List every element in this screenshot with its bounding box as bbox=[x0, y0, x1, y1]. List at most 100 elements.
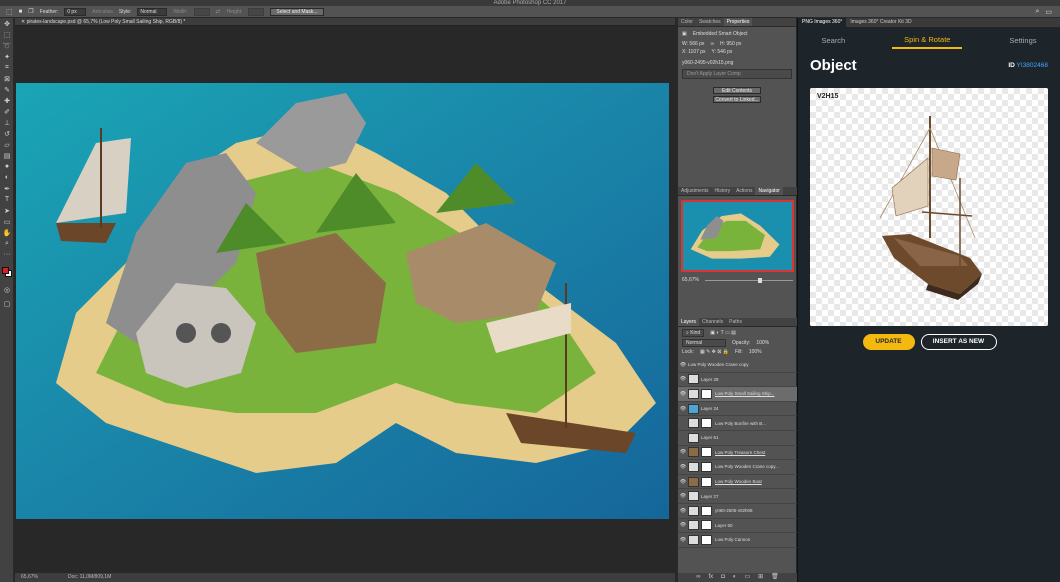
edit-contents-button[interactable]: Edit Contents bbox=[713, 87, 761, 94]
convert-linked-button[interactable]: Convert to Linked... bbox=[713, 96, 761, 103]
eye-icon[interactable]: 👁 bbox=[678, 537, 688, 543]
layer-row[interactable]: 👁 Layer 24 bbox=[678, 402, 797, 417]
blend-mode-select[interactable]: Normal bbox=[682, 339, 726, 347]
healing-brush-icon[interactable]: ✚ bbox=[0, 95, 14, 106]
update-button[interactable]: UPDATE bbox=[862, 334, 915, 350]
path-selection-icon[interactable]: ➤ bbox=[0, 205, 14, 216]
adjustment-layer-icon[interactable]: ◐ bbox=[733, 573, 737, 582]
document-tab[interactable]: ✕ pirates-landscape.psd @ 65,7% (Low Pol… bbox=[15, 18, 675, 26]
h-field[interactable]: 950 px bbox=[726, 41, 741, 47]
workspace-icon[interactable]: ▭ bbox=[1045, 8, 1052, 16]
zoom-slider-handle[interactable] bbox=[757, 277, 762, 283]
style-select[interactable]: Normal bbox=[137, 7, 168, 16]
add-mask-icon[interactable]: ◘ bbox=[721, 573, 725, 582]
filter-kind-select[interactable]: ⌕ Kind bbox=[682, 329, 705, 337]
eye-icon[interactable]: 👁 bbox=[678, 362, 688, 368]
fill-field[interactable]: 100% bbox=[749, 349, 762, 355]
tab-channels[interactable]: Channels bbox=[699, 318, 726, 326]
eye-icon[interactable]: 👁 bbox=[678, 522, 688, 528]
brush-icon[interactable]: ✐ bbox=[0, 106, 14, 117]
tab-layers[interactable]: Layers bbox=[678, 318, 700, 326]
pen-icon[interactable]: ✒ bbox=[0, 183, 14, 194]
gradient-icon[interactable]: ▤ bbox=[0, 150, 14, 161]
new-selection-icon[interactable]: ■ bbox=[19, 9, 23, 15]
layer-row[interactable]: 👁 Layer 27 bbox=[678, 489, 797, 504]
swap-icon[interactable]: ⇄ bbox=[216, 8, 221, 15]
zoom-readout[interactable]: 65,67% bbox=[21, 573, 38, 582]
lock-icons[interactable]: ▦ ✎ ✥ ⊠ 🔒 bbox=[700, 349, 729, 355]
insert-as-new-button[interactable]: INSERT AS NEW bbox=[920, 334, 997, 350]
height-input[interactable] bbox=[248, 7, 265, 16]
eye-icon[interactable]: 👁 bbox=[678, 406, 688, 412]
eye-icon[interactable]: 👁 bbox=[678, 479, 688, 485]
layer-row[interactable]: 👁 Low Poly Treasure Chest bbox=[678, 446, 797, 461]
crop-icon[interactable]: ⌗ bbox=[0, 62, 14, 73]
eraser-icon[interactable]: ▱ bbox=[0, 139, 14, 150]
shape-icon[interactable]: ▭ bbox=[0, 216, 14, 227]
dodge-icon[interactable]: ◐ bbox=[0, 172, 14, 183]
nav-spin-rotate[interactable]: Spin & Rotate bbox=[892, 32, 963, 49]
fx-icon[interactable]: fx bbox=[709, 573, 714, 582]
delete-layer-icon[interactable]: 🗑 bbox=[771, 573, 779, 582]
filter-icons[interactable]: ▣ ◐ T ▭ ▤ bbox=[710, 330, 736, 336]
layer-comp-select[interactable]: Don't Apply Layer Comp bbox=[682, 69, 792, 79]
eye-icon[interactable]: 👁 bbox=[678, 464, 688, 470]
layer-row[interactable]: 👁 Low Poly Wooden Crane copy bbox=[678, 358, 797, 373]
stamp-icon[interactable]: ⊥ bbox=[0, 117, 14, 128]
layer-row[interactable]: 👁 Layer 28 bbox=[678, 373, 797, 388]
link-icon[interactable]: ∞ bbox=[710, 41, 714, 47]
id-value[interactable]: YI3802468 bbox=[1017, 62, 1048, 69]
eye-icon[interactable]: 👁 bbox=[678, 449, 688, 455]
layer-row[interactable]: 👁 Layer 60 bbox=[678, 519, 797, 534]
new-layer-icon[interactable]: ⊞ bbox=[758, 573, 763, 582]
tab-png-images-360[interactable]: PNG Images 360° bbox=[798, 18, 847, 27]
doc-info[interactable]: Doc: 11,0M/809,1M bbox=[68, 573, 111, 582]
magic-wand-icon[interactable]: ✦ bbox=[0, 51, 14, 62]
layer-row[interactable]: 👁 Low Poly Small Sailing Ship... bbox=[678, 387, 797, 402]
history-brush-icon[interactable]: ↺ bbox=[0, 128, 14, 139]
move-tool-icon[interactable]: ✥ bbox=[0, 18, 14, 29]
y-field[interactable]: 546 px bbox=[717, 49, 732, 55]
link-layers-icon[interactable]: ∞ bbox=[696, 573, 700, 582]
tab-navigator[interactable]: Navigator bbox=[755, 187, 783, 195]
eye-icon[interactable]: 👁 bbox=[678, 391, 688, 397]
eye-icon[interactable]: 👁 bbox=[678, 493, 688, 499]
x-field[interactable]: 1107 px bbox=[688, 49, 705, 55]
tab-color[interactable]: Color bbox=[678, 18, 696, 26]
eye-icon[interactable]: 👁 bbox=[678, 508, 688, 514]
nav-search[interactable]: Search bbox=[821, 36, 845, 45]
layer-row[interactable]: 👁 y060-2505-v02h08 bbox=[678, 504, 797, 519]
navigator-thumbnail[interactable] bbox=[681, 200, 794, 272]
layer-row[interactable]: Low Poly Bonfire with B... bbox=[678, 416, 797, 431]
type-icon[interactable]: T bbox=[0, 194, 14, 205]
layer-row[interactable]: Layer 61 bbox=[678, 431, 797, 446]
opacity-field[interactable]: 100% bbox=[756, 340, 769, 346]
navigator-zoom[interactable]: 65,67% bbox=[682, 277, 699, 283]
eye-icon[interactable]: 👁 bbox=[678, 376, 688, 382]
width-input[interactable] bbox=[193, 7, 210, 16]
layer-row[interactable]: 👁 Low Poly Wooden Crane copy... bbox=[678, 460, 797, 475]
layer-row[interactable]: 👁 Low Poly Cannon bbox=[678, 533, 797, 548]
object-preview[interactable]: V2H15 bbox=[810, 88, 1048, 326]
tab-properties[interactable]: Properties bbox=[723, 18, 753, 26]
lasso-icon[interactable]: ➰ bbox=[0, 40, 14, 51]
hand-icon[interactable]: ✋ bbox=[0, 227, 14, 238]
marquee-tool-icon[interactable]: ⬚ bbox=[6, 8, 13, 16]
marquee-icon[interactable]: ⬚ bbox=[0, 29, 14, 40]
canvas-area[interactable] bbox=[15, 26, 675, 573]
tab-swatches[interactable]: Swatches bbox=[696, 18, 724, 26]
add-selection-icon[interactable]: ❐ bbox=[28, 8, 33, 15]
search-icon[interactable]: ⌕ bbox=[1035, 8, 1039, 16]
island-artwork[interactable] bbox=[16, 83, 669, 519]
w-field[interactable]: 566 px bbox=[689, 41, 704, 47]
frame-icon[interactable]: ⊠ bbox=[0, 73, 14, 84]
nav-settings[interactable]: Settings bbox=[1009, 36, 1036, 45]
new-group-icon[interactable]: ▭ bbox=[744, 573, 750, 582]
tab-history[interactable]: History bbox=[712, 187, 734, 195]
screen-mode-icon[interactable]: ▢ bbox=[0, 298, 14, 309]
quick-mask-icon[interactable]: ◎ bbox=[0, 284, 14, 295]
eyedropper-icon[interactable]: ✎ bbox=[0, 84, 14, 95]
anti-alias-checkbox[interactable]: Anti-alias bbox=[92, 9, 113, 15]
tab-adjustments[interactable]: Adjustments bbox=[678, 187, 712, 195]
tab-creator-kit[interactable]: Images 360° Creator Kit 3D bbox=[846, 18, 915, 27]
